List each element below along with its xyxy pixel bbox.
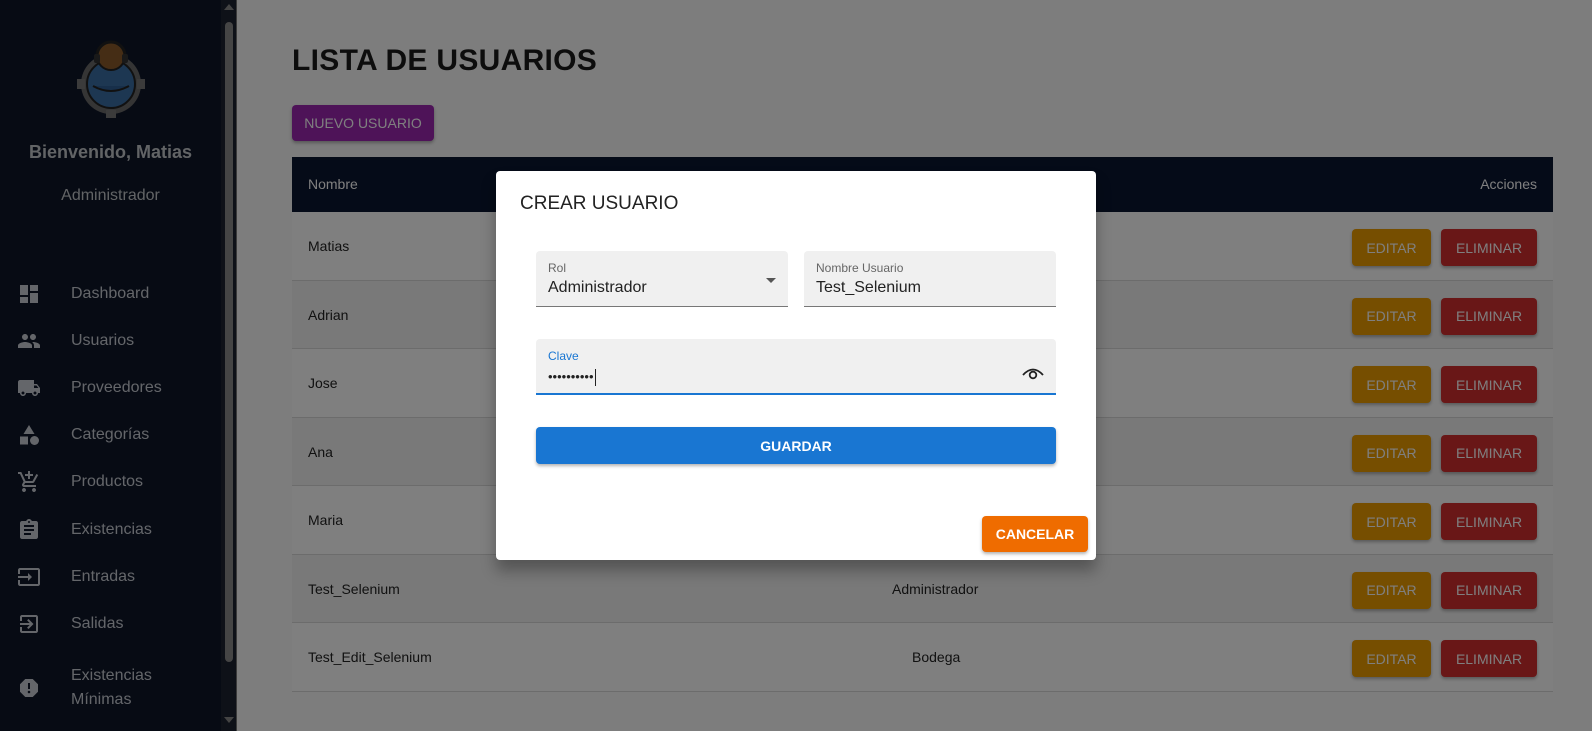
password-field[interactable]: Clave ••••••••••	[536, 339, 1056, 395]
role-value: Administrador	[548, 279, 647, 296]
password-value-wrap: ••••••••••	[548, 369, 596, 387]
username-value: Test_Selenium	[816, 279, 921, 296]
create-user-dialog: CREAR USUARIO Rol Administrador Nombre U…	[496, 171, 1096, 560]
role-label: Rol	[548, 261, 567, 275]
password-label: Clave	[548, 349, 579, 363]
username-label: Nombre Usuario	[816, 261, 904, 275]
role-select[interactable]: Rol Administrador	[536, 251, 788, 307]
cancel-button[interactable]: CANCELAR	[982, 516, 1088, 552]
username-field[interactable]: Nombre Usuario Test_Selenium	[804, 251, 1056, 307]
save-button[interactable]: GUARDAR	[536, 427, 1056, 464]
dropdown-arrow-icon[interactable]	[766, 278, 776, 283]
dialog-title: CREAR USUARIO	[520, 193, 679, 214]
password-value: ••••••••••	[548, 369, 594, 384]
eye-icon[interactable]	[1022, 365, 1044, 381]
text-cursor	[594, 369, 596, 387]
